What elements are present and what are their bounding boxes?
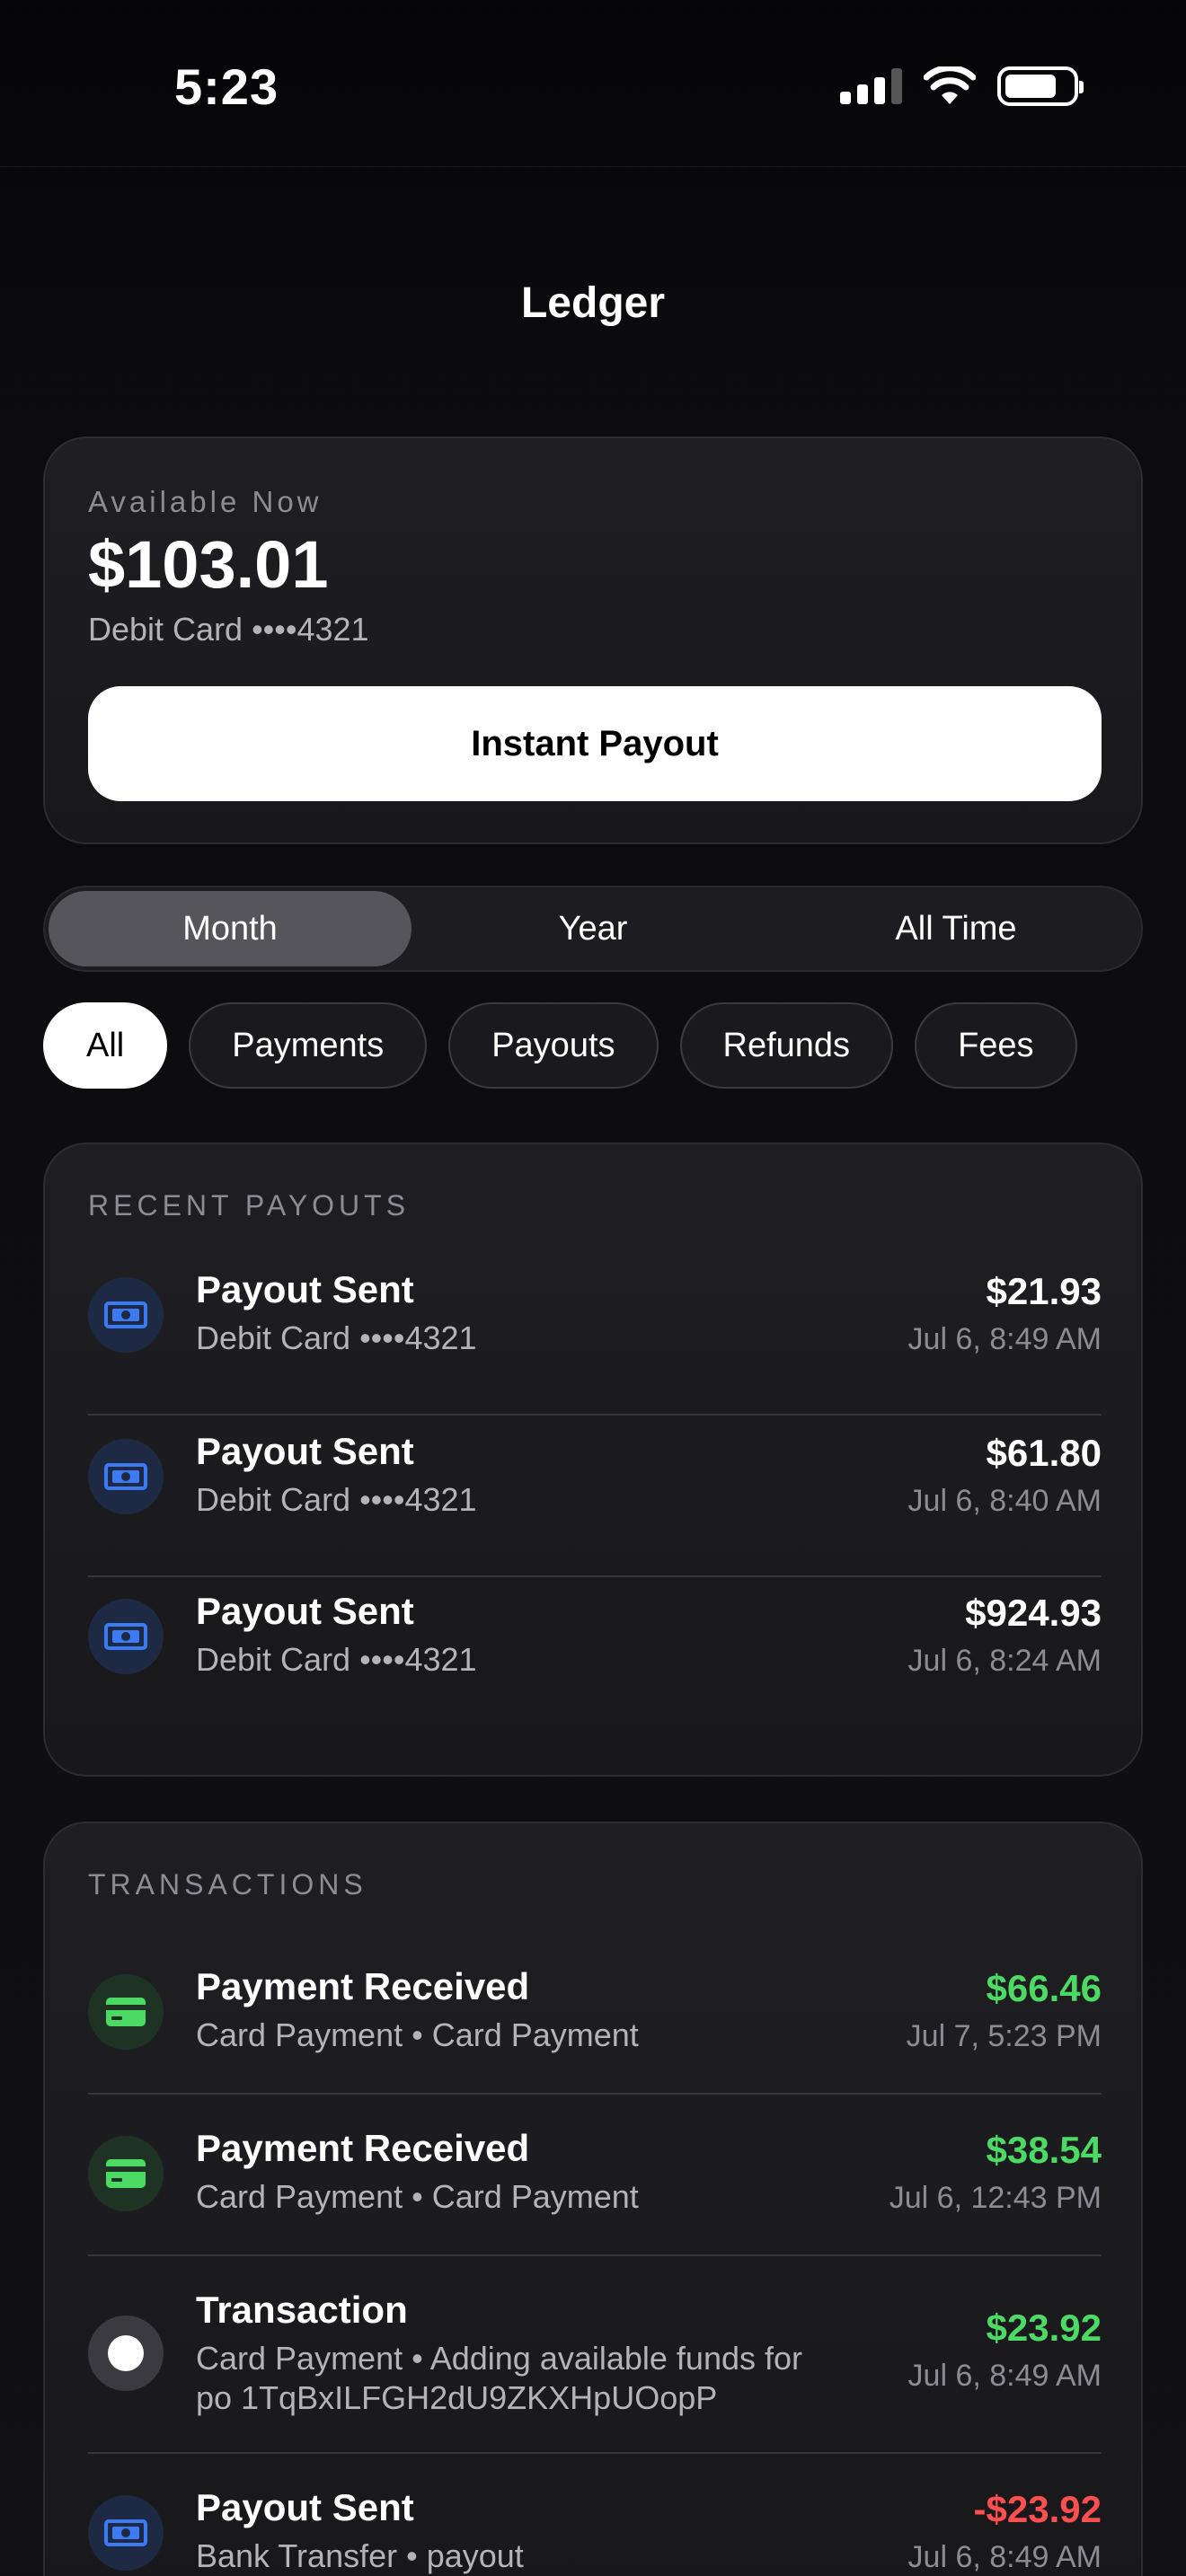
cellular-signal-icon: [840, 68, 902, 104]
battery-icon: [997, 66, 1084, 106]
list-item[interactable]: Payment Received Card Payment • Card Pay…: [88, 1965, 1102, 2059]
item-subtitle: Card Payment • Card Payment: [196, 2016, 639, 2053]
balance-amount: $103.01: [88, 527, 329, 602]
list-item[interactable]: Payout Sent Bank Transfer • payout -$23.…: [88, 2486, 1102, 2576]
filter-chip-fees[interactable]: Fees: [915, 1002, 1077, 1089]
item-date: Jul 6, 8:40 AM: [907, 1484, 1102, 1518]
list-item[interactable]: Payout Sent Debit Card ••••4321 $924.93 …: [88, 1590, 1102, 1683]
segment-year[interactable]: Year: [412, 891, 774, 966]
segment-all-time[interactable]: All Time: [774, 891, 1137, 966]
page-title: Ledger: [520, 279, 666, 327]
item-date: Jul 6, 8:49 AM: [907, 2540, 1102, 2574]
item-date: Jul 7, 5:23 PM: [906, 2019, 1102, 2053]
item-amount: $23.92: [986, 2307, 1102, 2349]
item-subtitle: Card Payment • Adding available funds fo…: [196, 2340, 802, 2416]
item-amount: $21.93: [986, 1270, 1102, 1312]
item-date: Jul 6, 12:43 PM: [889, 2181, 1102, 2215]
circle-icon: [88, 2316, 164, 2391]
divider: [88, 2254, 1102, 2256]
list-item[interactable]: Payment Received Card Payment • Card Pay…: [88, 2127, 1102, 2220]
card-icon: [88, 2136, 164, 2211]
status-time: 5:23: [174, 58, 279, 115]
divider: [88, 1414, 1102, 1416]
item-subtitle: Card Payment • Card Payment: [196, 2178, 639, 2215]
list-item[interactable]: Payout Sent Debit Card ••••4321 $61.80 J…: [88, 1430, 1102, 1523]
item-title: Payout Sent: [196, 1430, 414, 1472]
item-title: Payout Sent: [196, 1590, 414, 1632]
banknote-icon: [88, 1439, 164, 1514]
item-date: Jul 6, 8:49 AM: [907, 1322, 1102, 1356]
filter-chip-refunds[interactable]: Refunds: [679, 1002, 894, 1089]
banknote-icon: [88, 2495, 164, 2571]
segment-month[interactable]: Month: [49, 891, 412, 966]
recent-payouts-card: RECENT PAYOUTS Payout Sent Debit Card ••…: [43, 1142, 1143, 1777]
filter-chip-payments[interactable]: Payments: [189, 1002, 428, 1089]
item-title: Payout Sent: [196, 2486, 414, 2528]
divider: [88, 1575, 1102, 1577]
item-amount: $61.80: [986, 1432, 1102, 1474]
section-title: TRANSACTIONS: [88, 1868, 367, 1901]
instant-payout-button[interactable]: Instant Payout: [88, 686, 1102, 801]
period-segmented-control: Month Year All Time: [43, 886, 1143, 972]
transactions-card: TRANSACTIONS Payment Received Card Payme…: [43, 1822, 1143, 2576]
balance-label: Available Now: [88, 485, 323, 518]
wifi-icon: [924, 66, 976, 104]
banknote-icon: [88, 1277, 164, 1353]
item-amount: $38.54: [986, 2129, 1102, 2171]
list-item[interactable]: Payout Sent Debit Card ••••4321 $21.93 J…: [88, 1268, 1102, 1362]
item-amount: -$23.92: [973, 2488, 1102, 2530]
divider: [88, 2093, 1102, 2095]
item-subtitle: Debit Card ••••4321: [196, 1481, 477, 1518]
payout-account: Debit Card ••••4321: [88, 611, 369, 648]
banknote-icon: [88, 1599, 164, 1674]
status-icons: [840, 66, 1084, 106]
item-subtitle: Debit Card ••••4321: [196, 1319, 477, 1356]
item-title: Payout Sent: [196, 1268, 414, 1310]
filter-chip-payouts[interactable]: Payouts: [448, 1002, 659, 1089]
filter-chips: All Payments Payouts Refunds Fees: [43, 1002, 1077, 1089]
item-title: Payment Received: [196, 2127, 530, 2169]
filter-chip-all[interactable]: All: [43, 1002, 168, 1089]
balance-card: Available Now $103.01 Debit Card ••••432…: [43, 437, 1143, 844]
item-title: Transaction: [196, 2289, 408, 2331]
divider: [88, 2452, 1102, 2454]
item-title: Payment Received: [196, 1965, 530, 2007]
item-subtitle: Bank Transfer • payout: [196, 2537, 524, 2574]
card-icon: [88, 1974, 164, 2050]
item-date: Jul 6, 8:24 AM: [907, 1644, 1102, 1678]
section-title: RECENT PAYOUTS: [88, 1189, 411, 1222]
item-amount: $924.93: [965, 1592, 1102, 1634]
item-date: Jul 6, 8:49 AM: [907, 2359, 1102, 2393]
status-bar: 5:23: [0, 0, 1186, 167]
item-subtitle: Debit Card ••••4321: [196, 1641, 477, 1678]
item-amount: $66.46: [986, 1967, 1102, 2009]
list-item[interactable]: Transaction Card Payment • Adding availa…: [88, 2289, 1102, 2423]
